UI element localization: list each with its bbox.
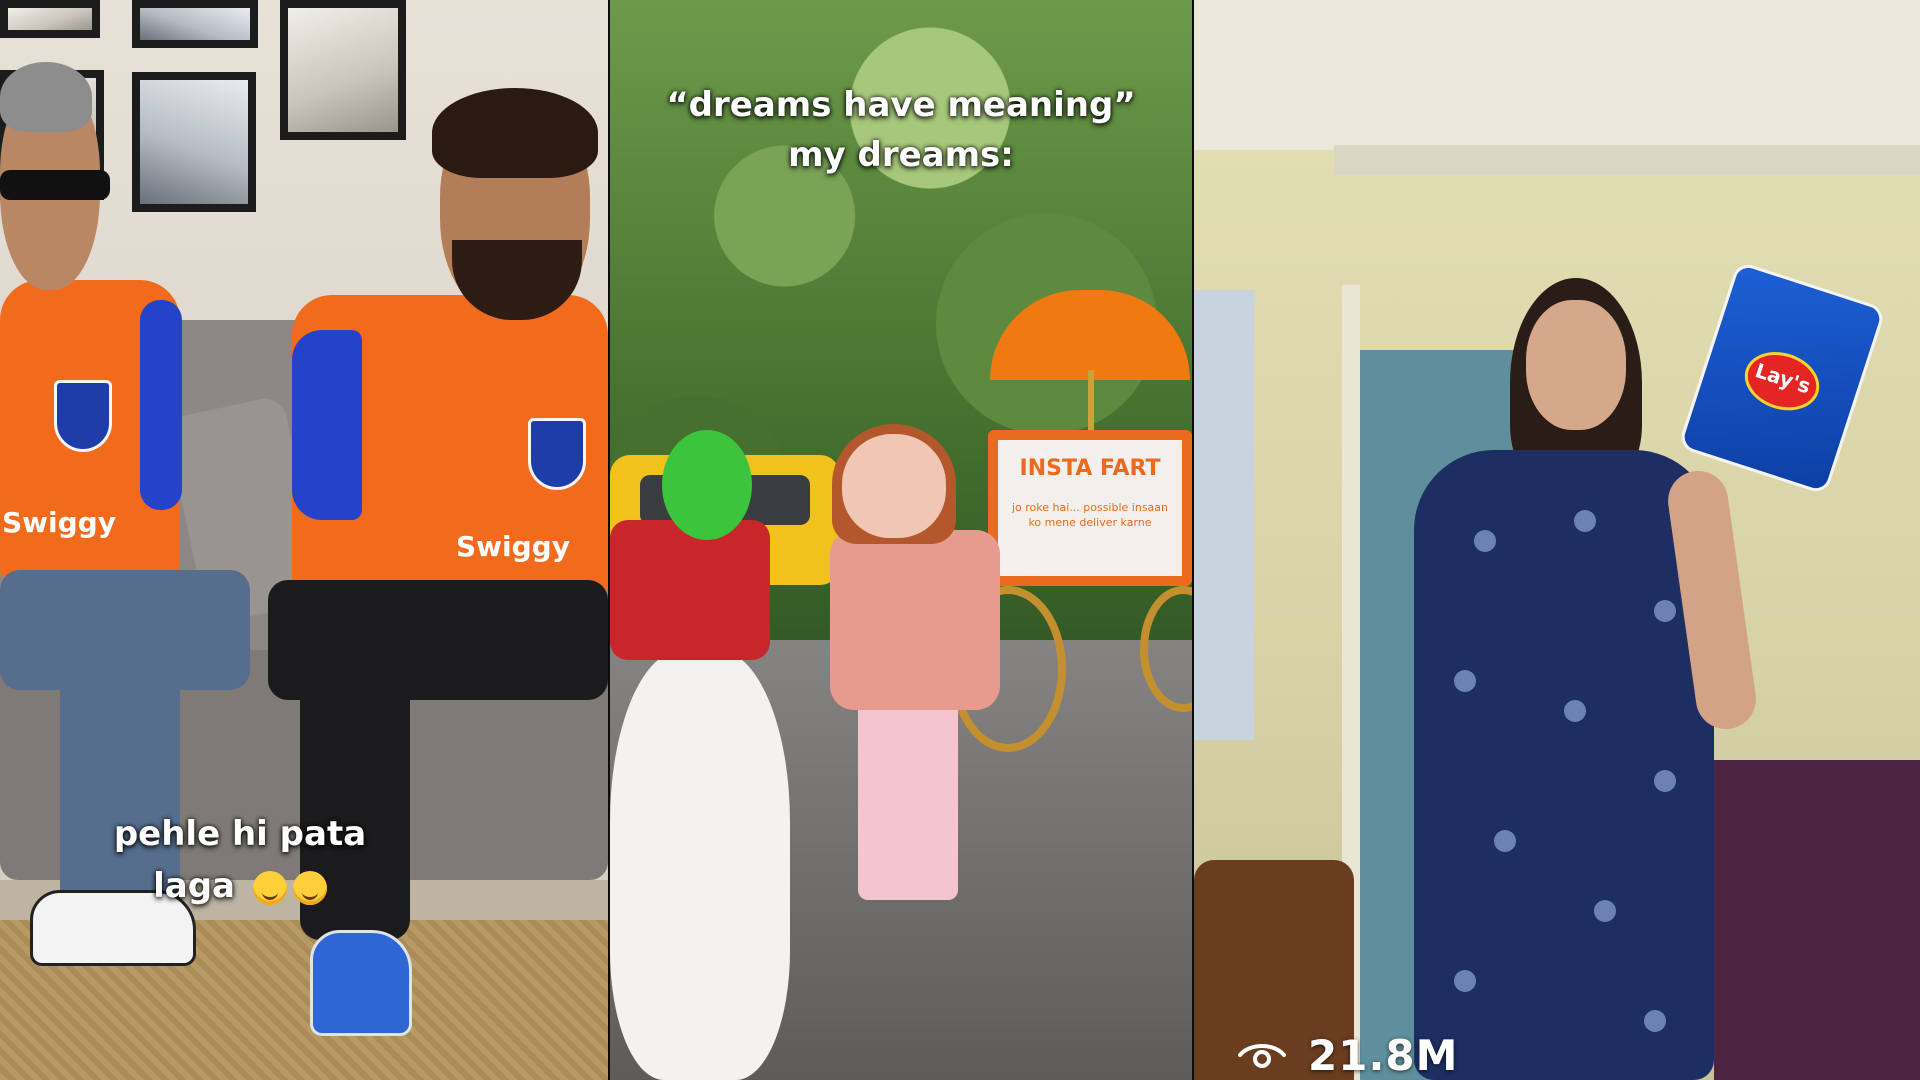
- white-skirt: [610, 650, 790, 1080]
- wall-picture-frame: [0, 0, 100, 38]
- view-counter: 21.8M: [1238, 1030, 1458, 1080]
- face: [1526, 300, 1626, 430]
- video-panel-2[interactable]: INSTA FART jo roke hai... possible insaa…: [610, 0, 1192, 1080]
- cart-text: jo roke hai... possible insaan ko mene d…: [1011, 501, 1169, 529]
- cart-title: INSTA FART: [1019, 456, 1161, 481]
- red-top: [610, 520, 770, 660]
- cornice: [1334, 145, 1920, 175]
- green-mask: [662, 430, 752, 540]
- view-count: 21.8M: [1308, 1030, 1459, 1080]
- jersey-brand-label: Swiggy: [2, 506, 116, 539]
- caption-line-1: pehle hi pata: [113, 814, 367, 854]
- sneaker: [310, 930, 412, 1036]
- video-caption: pehle hi pata laga: [60, 808, 420, 912]
- video-grid: Swiggy Swiggy pehle hi pata laga INSTA F…: [0, 0, 1920, 1080]
- smiling-face-icon: [252, 870, 287, 905]
- smiling-face-icon: [292, 870, 327, 905]
- video-caption: “dreams have meaning” my dreams:: [610, 80, 1192, 180]
- caption-line-2: laga: [60, 860, 420, 912]
- video-panel-3[interactable]: Lay's 21.8M: [1194, 0, 1920, 1080]
- chips-brand-logo: Lay's: [1737, 342, 1827, 420]
- eye-icon: [1238, 1040, 1286, 1070]
- wall-picture-frame: [132, 72, 256, 212]
- jersey-badge: [54, 380, 112, 452]
- big-costume-head: [842, 434, 946, 538]
- wall-picture-frame: [132, 0, 258, 48]
- pink-pants: [858, 690, 958, 900]
- blue-dress: [1414, 450, 1714, 1080]
- side-shelf: [1194, 290, 1254, 740]
- bed: [1714, 760, 1920, 1080]
- ceiling: [1194, 0, 1920, 150]
- jersey-badge: [528, 418, 586, 490]
- sunglasses: [0, 170, 110, 200]
- caption-line-1: “dreams have meaning”: [666, 85, 1136, 125]
- video-panel-1[interactable]: Swiggy Swiggy pehle hi pata laga: [0, 0, 608, 1080]
- jersey-brand-label: Swiggy: [456, 530, 570, 563]
- caption-line-2: my dreams:: [788, 135, 1014, 175]
- delivery-cart-sign: INSTA FART jo roke hai... possible insaa…: [988, 430, 1192, 586]
- pink-sweater: [830, 530, 1000, 710]
- wall-picture-frame: [280, 0, 406, 140]
